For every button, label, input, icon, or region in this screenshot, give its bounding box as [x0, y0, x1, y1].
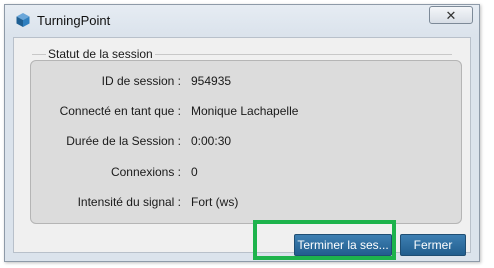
end-session-button[interactable]: Terminer la ses...: [294, 234, 392, 256]
group-label: Statut de la session: [46, 47, 155, 61]
info-row-connections: Connexions : 0: [31, 165, 461, 183]
title-bar[interactable]: TurningPoint ✕: [5, 5, 479, 35]
info-label: ID de session :: [101, 74, 181, 88]
info-row-connected-as: Connecté en tant que : Monique Lachapell…: [31, 104, 461, 122]
info-label: Connecté en tant que :: [59, 104, 181, 118]
close-button[interactable]: Fermer: [400, 234, 466, 256]
close-icon: ✕: [445, 7, 457, 23]
info-row-session-id: ID de session : 954935: [31, 74, 461, 92]
info-value: Monique Lachapelle: [191, 104, 299, 118]
info-label: Durée de la Session :: [66, 134, 181, 148]
session-status-window: TurningPoint ✕ Statut de la session ID d…: [4, 4, 480, 262]
dialog-body: Statut de la session ID de session : 954…: [13, 37, 471, 256]
turningpoint-cube-icon: [16, 13, 30, 27]
info-label: Connexions :: [110, 165, 181, 179]
window-close-button[interactable]: ✕: [429, 6, 473, 24]
info-value: Fort (ws): [191, 195, 239, 209]
session-info-panel: ID de session : 954935 Connecté en tant …: [30, 60, 462, 224]
info-value: 0:00:30: [191, 134, 232, 148]
info-row-duration: Durée de la Session : 0:00:30: [31, 134, 461, 152]
info-label: Intensité du signal :: [77, 195, 181, 209]
info-value: 954935: [191, 74, 232, 88]
info-value: 0: [191, 165, 198, 179]
window-title: TurningPoint: [37, 13, 111, 28]
info-row-signal-strength: Intensité du signal : Fort (ws): [31, 195, 461, 213]
